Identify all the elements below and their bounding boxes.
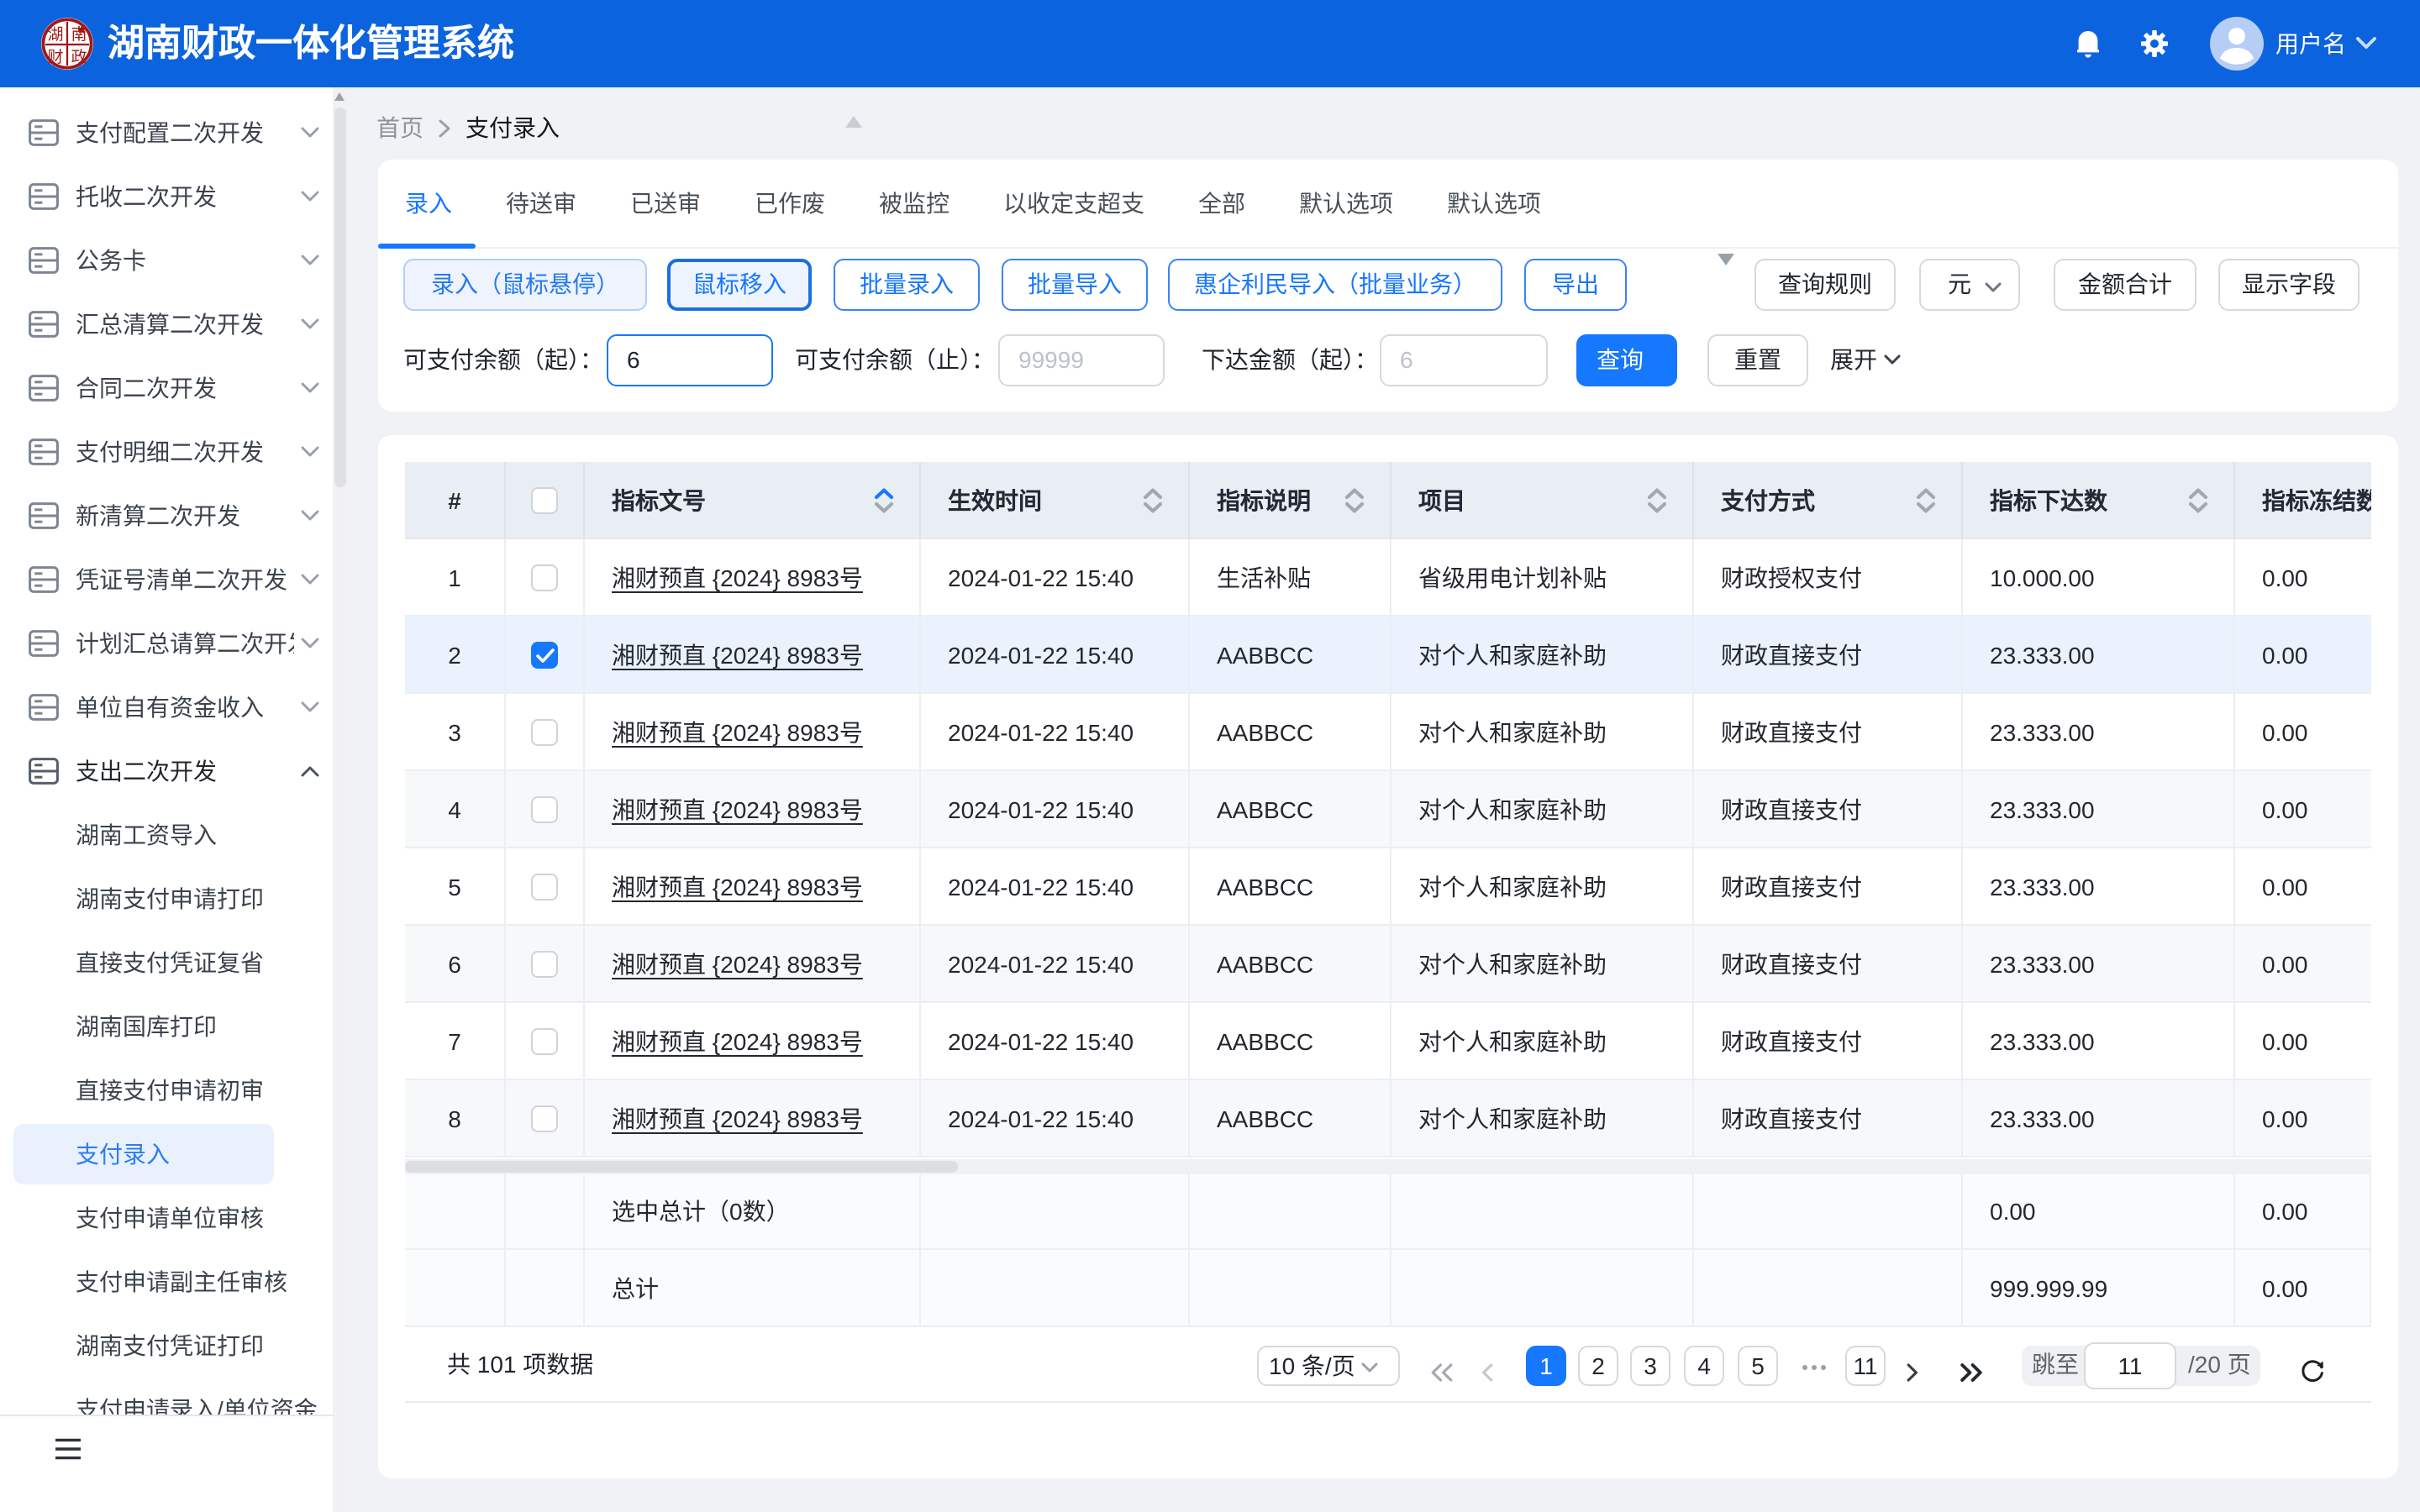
svg-text:财: 财: [47, 48, 63, 66]
svg-text:政: 政: [71, 48, 87, 66]
svg-text:湖: 湖: [47, 25, 63, 44]
svg-text:南: 南: [71, 25, 87, 44]
